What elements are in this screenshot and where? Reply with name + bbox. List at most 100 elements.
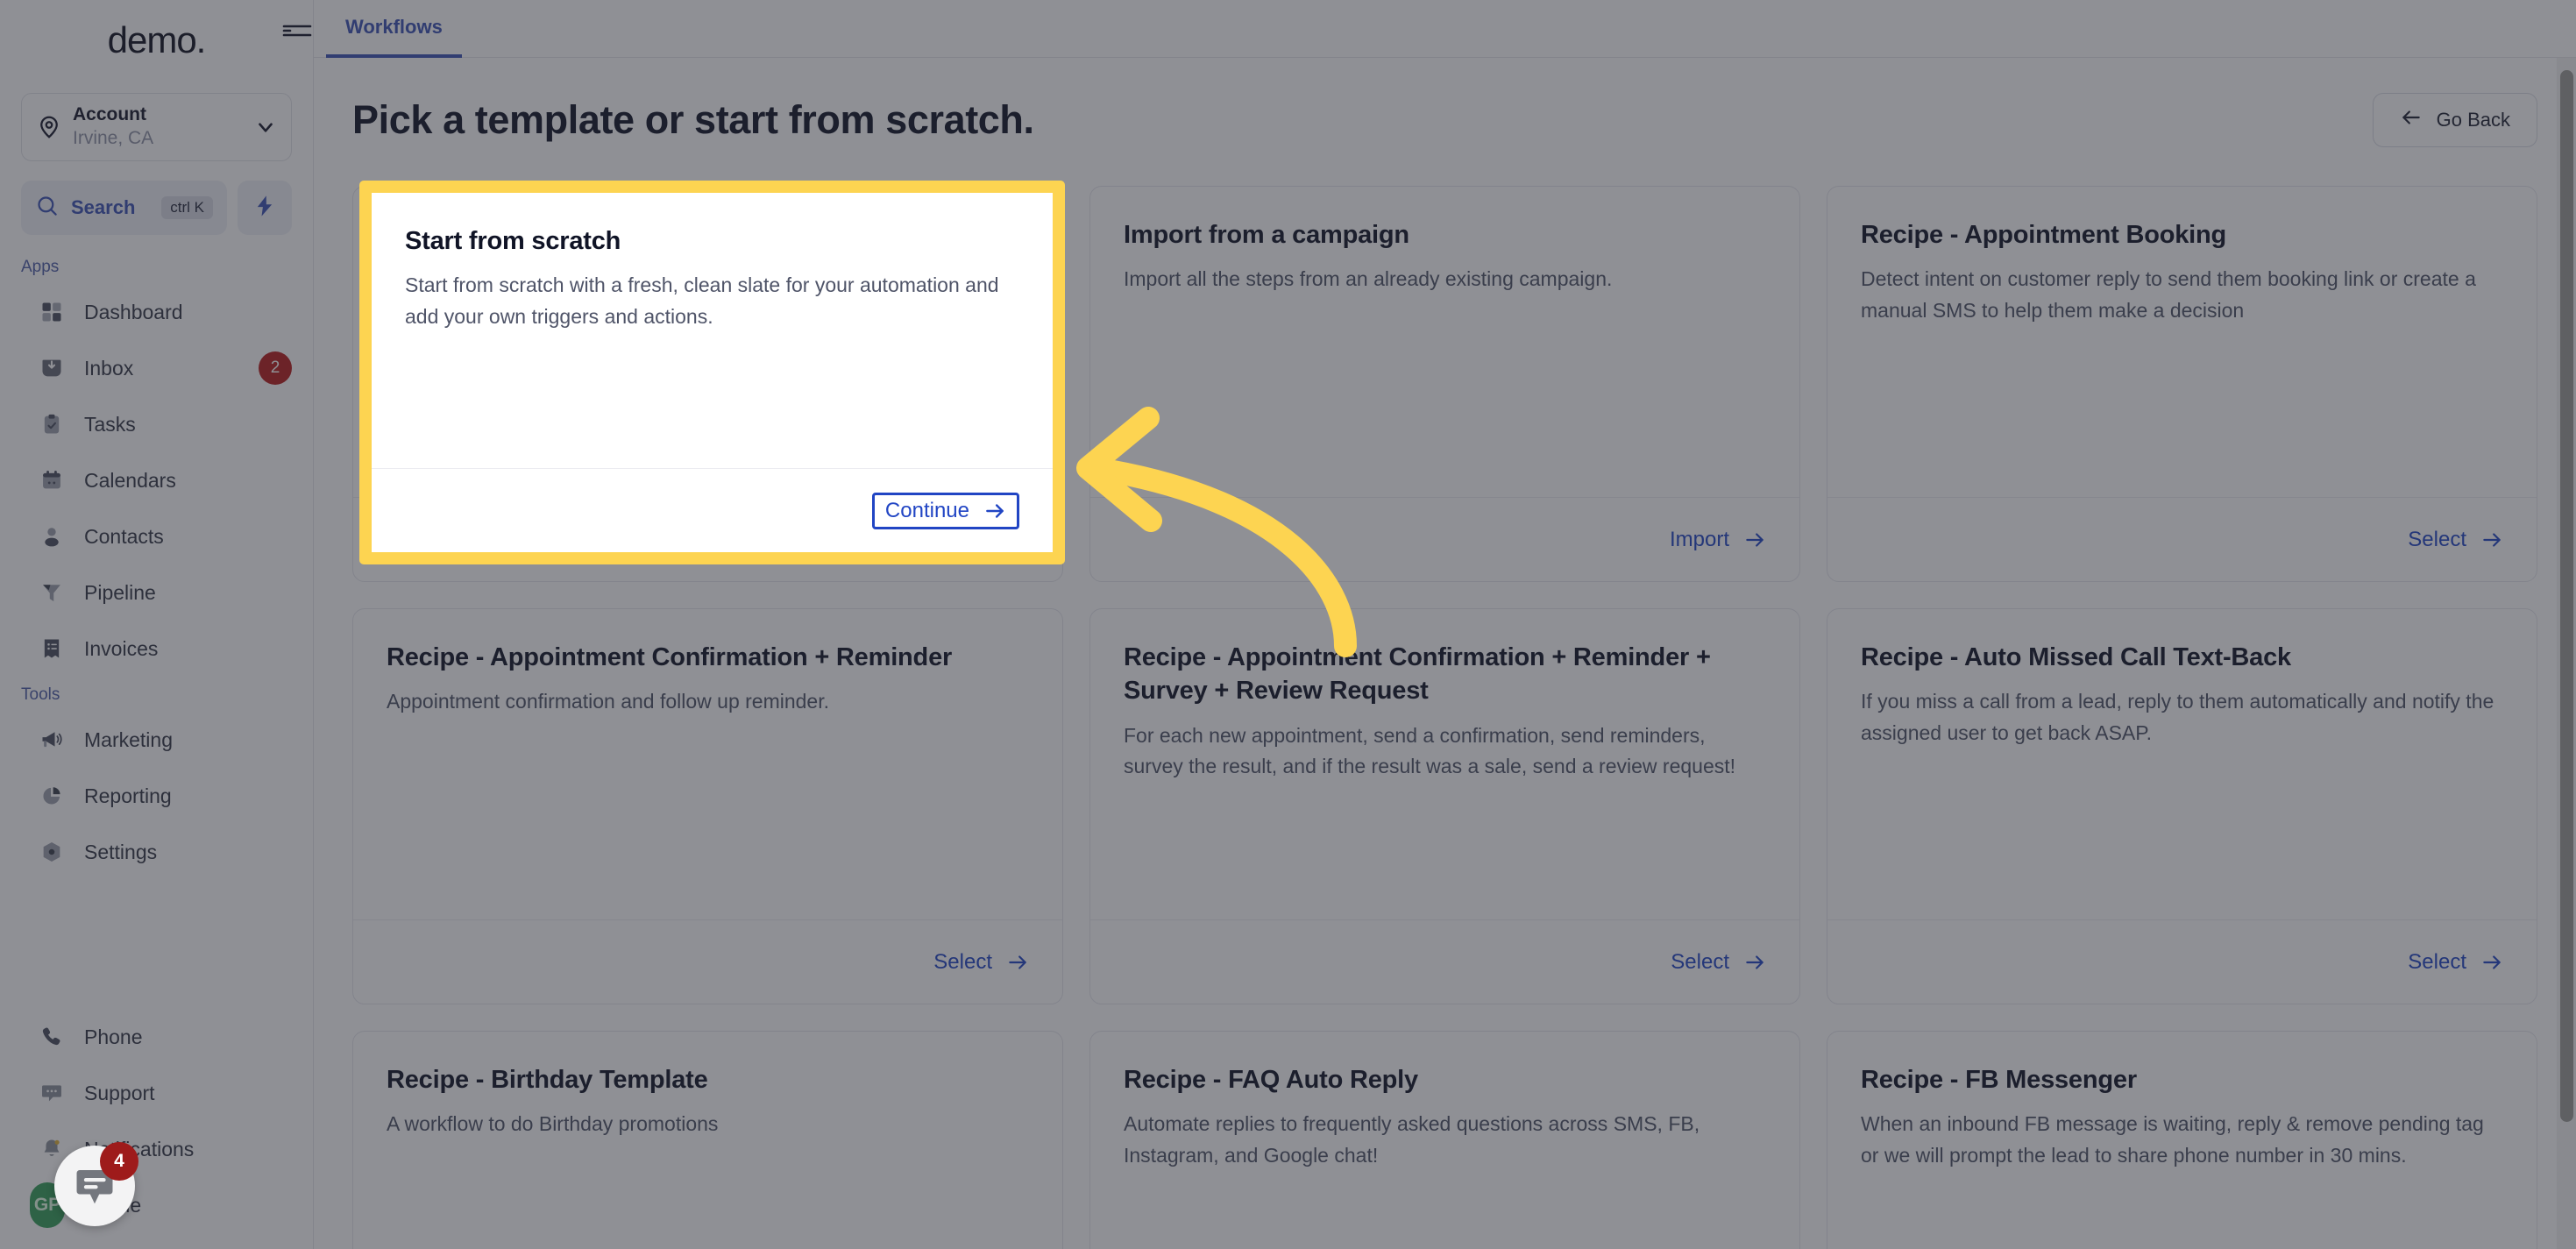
template-card-appointment-confirmation-reminder[interactable]: Recipe - Appointment Confirmation + Remi…: [352, 608, 1063, 1004]
card-body: Recipe - Appointment Confirmation + Remi…: [353, 609, 1062, 919]
sidebar-bottom: Phone Support Notifications GP Profile: [0, 1009, 313, 1249]
card-action-select[interactable]: Select: [2408, 528, 2503, 552]
account-text: Account Irvine, CA: [73, 103, 153, 151]
sidebar-item-label: Dashboard: [84, 300, 183, 323]
funnel-icon: [39, 579, 65, 606]
sidebar-item-calendars[interactable]: Calendars: [0, 452, 313, 508]
template-card-birthday-template[interactable]: Recipe - Birthday Template A workflow to…: [352, 1031, 1063, 1249]
card-footer: Select: [353, 919, 1062, 1004]
tab-workflows[interactable]: Workflows: [326, 0, 462, 58]
card-action-select[interactable]: Select: [933, 950, 1029, 975]
template-card-auto-missed-call-text-back[interactable]: Recipe - Auto Missed Call Text-Back If y…: [1827, 608, 2537, 1004]
clipboard-check-icon: [39, 411, 65, 437]
arrow-right-icon: [986, 503, 1004, 518]
template-card-appointment-booking[interactable]: Recipe - Appointment Booking Detect inte…: [1827, 186, 2537, 582]
sidebar-item-settings[interactable]: Settings: [0, 824, 313, 880]
app-logo: demo.: [107, 19, 207, 60]
sidebar-item-inbox[interactable]: Inbox 2: [0, 340, 313, 396]
page-scrollbar-thumb[interactable]: [2560, 70, 2573, 1122]
card-title: Recipe - Birthday Template: [387, 1066, 708, 1094]
sidebar-item-tasks[interactable]: Tasks: [0, 396, 313, 452]
sidebar-item-reporting[interactable]: Reporting: [0, 768, 313, 824]
pie-chart-icon: [39, 783, 65, 809]
sidebar-item-marketing[interactable]: Marketing: [0, 712, 313, 768]
continue-button[interactable]: Continue: [871, 492, 1019, 529]
card-action-label: Select: [2408, 527, 2466, 551]
go-back-button[interactable]: Go Back: [2372, 93, 2537, 147]
sidebar-item-support[interactable]: Support: [0, 1065, 313, 1121]
sidebar: demo. Account Irvine, CA Search ctrl K A…: [0, 0, 314, 1249]
card-action-label: Import: [1669, 527, 1729, 551]
sidebar-item-label: Calendars: [84, 468, 176, 492]
card-title: Recipe - FAQ Auto Reply: [1124, 1066, 1418, 1094]
account-name: Account: [73, 104, 146, 125]
sidebar-item-phone[interactable]: Phone: [0, 1009, 313, 1065]
app-root: demo. Account Irvine, CA Search ctrl K A…: [0, 0, 2576, 1249]
card-action-select[interactable]: Select: [1671, 950, 1766, 975]
card-body: Recipe - Auto Missed Call Text-Back If y…: [1827, 609, 2537, 919]
card-title: Recipe - FB Messenger: [1861, 1066, 2137, 1094]
template-card-confirmation-reminder-survey-review[interactable]: Recipe - Appointment Confirmation + Remi…: [1089, 608, 1800, 1004]
card-title: Start from scratch: [405, 227, 621, 255]
gear-icon: [39, 839, 65, 865]
sidebar-item-label: Reporting: [84, 784, 172, 807]
sidebar-collapse-icon[interactable]: [282, 19, 312, 42]
card-action-label: Select: [2408, 949, 2466, 974]
template-card-fb-messenger[interactable]: Recipe - FB Messenger When an inbound FB…: [1827, 1031, 2537, 1249]
card-action-import[interactable]: Import: [1670, 528, 1766, 552]
search-input[interactable]: Search ctrl K: [21, 181, 227, 235]
sidebar-item-label: Phone: [84, 1025, 143, 1048]
template-card-import-from-campaign[interactable]: Import from a campaign Import all the st…: [1089, 186, 1800, 582]
card-description: When an inbound FB message is waiting, r…: [1861, 1112, 2484, 1167]
card-action-select[interactable]: Select: [2408, 950, 2503, 975]
sidebar-item-label: Settings: [84, 840, 158, 863]
megaphone-icon: [39, 727, 65, 753]
sidebar-item-label: Contacts: [84, 524, 164, 548]
card-title: Recipe - Auto Missed Call Text-Back: [1861, 643, 2291, 671]
card-footer: Continue: [372, 468, 1053, 552]
card-description: Import all the steps from an already exi…: [1124, 267, 1613, 291]
brand-row: demo.: [0, 0, 313, 81]
arrow-left-icon: [2400, 106, 2423, 134]
card-action-label: Select: [933, 949, 992, 974]
template-card-start-from-scratch-highlighted[interactable]: Start from scratch Start from scratch wi…: [372, 193, 1053, 552]
sidebar-item-contacts[interactable]: Contacts: [0, 508, 313, 564]
sidebar-item-invoices[interactable]: Invoices: [0, 621, 313, 677]
card-body: Recipe - FAQ Auto Reply Automate replies…: [1090, 1032, 1799, 1249]
card-description: If you miss a call from a lead, reply to…: [1861, 690, 2494, 744]
continue-button-label: Continue: [884, 498, 969, 522]
arrow-right-icon: [1746, 532, 1763, 547]
search-shortcut-badge: ctrl K: [161, 196, 213, 219]
chevron-down-icon: [254, 116, 277, 138]
account-switcher[interactable]: Account Irvine, CA: [21, 93, 292, 161]
sidebar-item-pipeline[interactable]: Pipeline: [0, 564, 313, 621]
sidebar-group-label-apps: Apps: [21, 258, 60, 276]
chat-unread-badge: 4: [100, 1142, 138, 1181]
template-card-faq-auto-reply[interactable]: Recipe - FAQ Auto Reply Automate replies…: [1089, 1031, 1800, 1249]
card-description: A workflow to do Birthday promotions: [387, 1112, 719, 1136]
sidebar-item-profile[interactable]: GP Profile: [0, 1177, 313, 1233]
sidebar-item-dashboard[interactable]: Dashboard: [0, 284, 313, 340]
inbox-icon: [39, 355, 65, 381]
page-title: Pick a template or start from scratch.: [352, 97, 1034, 142]
card-body: Import from a campaign Import all the st…: [1090, 187, 1799, 497]
phone-icon: [39, 1024, 65, 1050]
inbox-unread-badge: 2: [259, 351, 292, 385]
card-description: Automate replies to frequently asked que…: [1124, 1112, 1700, 1167]
sidebar-item-notifications[interactable]: Notifications: [0, 1121, 313, 1177]
card-footer: Select: [1090, 919, 1799, 1004]
card-footer: Select: [1827, 497, 2537, 581]
card-action-label: Select: [1671, 949, 1729, 974]
card-body: Recipe - Birthday Template A workflow to…: [353, 1032, 1062, 1249]
quick-actions-button[interactable]: [238, 181, 292, 235]
card-description: Appointment confirmation and follow up r…: [387, 690, 830, 713]
sidebar-item-label: Marketing: [84, 727, 173, 751]
person-icon: [39, 523, 65, 550]
go-back-label: Go Back: [2436, 109, 2510, 131]
card-description: Detect intent on customer reply to send …: [1861, 267, 2476, 322]
search-label: Search: [71, 196, 136, 218]
chat-widget[interactable]: 4: [54, 1142, 138, 1226]
arrow-right-icon: [2483, 954, 2501, 969]
sidebar-group-label-tools: Tools: [21, 685, 60, 704]
chat-dots-icon: [39, 1080, 65, 1106]
